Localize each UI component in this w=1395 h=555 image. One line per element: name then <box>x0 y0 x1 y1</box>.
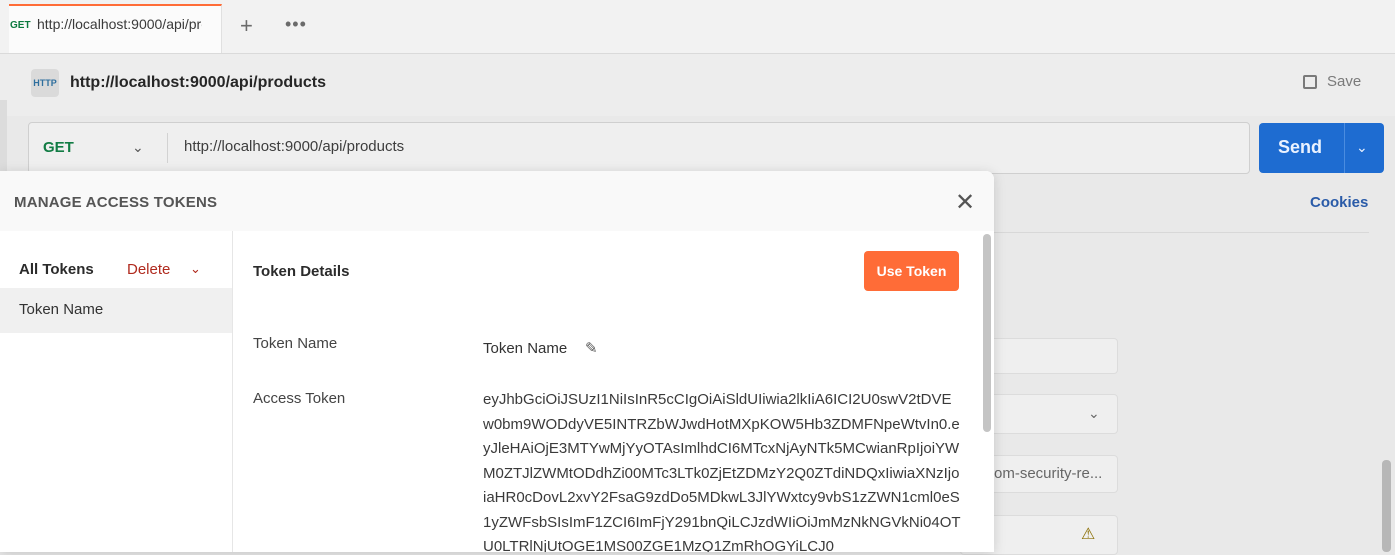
token-name-value: Token Name <box>483 340 568 357</box>
pencil-icon[interactable]: ✎ <box>585 339 598 357</box>
chevron-down-icon: ⌄ <box>1088 405 1100 421</box>
chevron-down-icon[interactable]: ⌄ <box>132 139 144 156</box>
scrollbar[interactable] <box>983 234 991 432</box>
background-field-text: om-security-re... <box>994 465 1103 482</box>
tokens-sidebar: All Tokens Delete ⌄ Token Name <box>0 231 233 552</box>
use-token-button[interactable]: Use Token <box>864 251 959 291</box>
manage-access-tokens-modal: MANAGE ACCESS TOKENS ✕ All Tokens Delete… <box>0 171 994 552</box>
token-details-title: Token Details <box>253 263 350 280</box>
sidebar-item-token[interactable]: Token Name <box>0 288 232 333</box>
divider <box>994 232 1369 233</box>
warning-icon: ⚠ <box>1081 526 1096 543</box>
access-token-label: Access Token <box>253 390 346 407</box>
all-tokens-label: All Tokens <box>19 261 94 278</box>
cookies-link[interactable]: Cookies <box>1310 194 1368 211</box>
chevron-down-icon[interactable]: ⌄ <box>190 261 201 277</box>
send-label[interactable]: Send <box>1278 137 1322 158</box>
close-icon[interactable]: ✕ <box>955 188 975 217</box>
url-input[interactable]: http://localhost:9000/api/products <box>184 138 404 155</box>
save-button[interactable]: Save <box>1303 73 1361 90</box>
tab-url-label[interactable]: http://localhost:9000/api/products <box>37 16 202 32</box>
new-tab-icon[interactable]: + <box>240 13 253 39</box>
modal-title: MANAGE ACCESS TOKENS <box>14 194 218 211</box>
scrollbar[interactable] <box>1382 460 1391 552</box>
access-token-value: eyJhbGciOiJSUzI1NiIsInR5cCIgOiAiSldUIiwi… <box>483 391 961 552</box>
method-select[interactable]: GET <box>43 139 74 156</box>
http-icon: HTTP <box>31 69 59 97</box>
token-name-label: Token Name <box>253 335 338 352</box>
modal-header: MANAGE ACCESS TOKENS ✕ <box>0 171 994 231</box>
delete-button[interactable]: Delete <box>127 261 170 278</box>
token-item-label: Token Name <box>19 301 104 318</box>
save-icon <box>1303 75 1317 90</box>
url-separator <box>167 133 168 163</box>
send-options-chevron-icon[interactable]: ⌄ <box>1356 139 1368 156</box>
request-title[interactable]: http://localhost:9000/api/products <box>70 74 326 92</box>
send-divider <box>1344 123 1345 173</box>
more-tabs-icon[interactable]: ••• <box>285 14 307 35</box>
tab-method-badge: GET <box>10 20 31 31</box>
save-label: Save <box>1327 73 1362 90</box>
